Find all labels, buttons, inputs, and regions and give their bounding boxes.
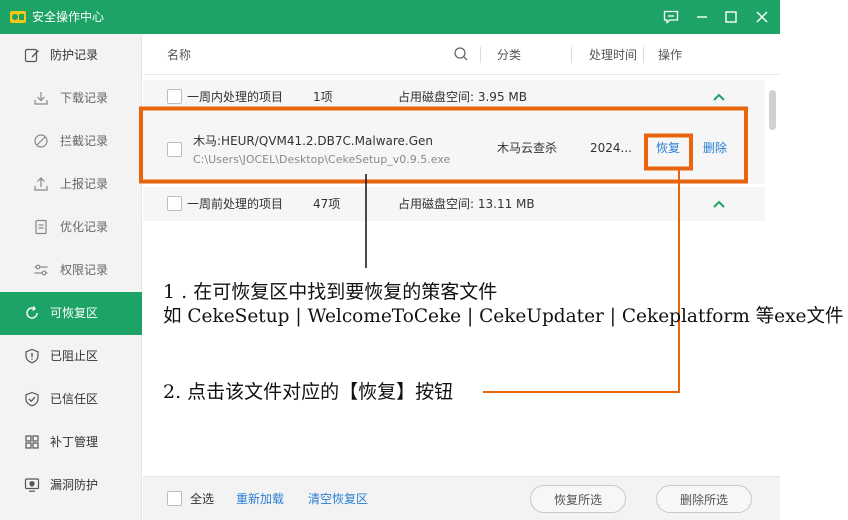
column-header-name[interactable]: 名称: [167, 47, 191, 63]
recovery-list-panel: 名称 分类 处理时间 操作 一周内处理的项目 1项 占用磁盘空间: 3.95 M…: [143, 34, 780, 520]
group-disk-usage: 占用磁盘空间: 13.11 MB: [398, 197, 535, 211]
maximize-button[interactable]: [720, 6, 742, 28]
restore-icon: [26, 306, 38, 319]
security-center-window: 安全操作中心 防护记录 下载记录 拦截记录 上报记录 优化记录 权限记录 可恢复…: [0, 0, 780, 520]
screen-shield-icon: [24, 478, 40, 492]
minimize-icon: [697, 16, 707, 18]
column-header-category[interactable]: 分类: [497, 47, 521, 63]
sidebar-item-label: 优化记录: [60, 220, 109, 234]
sidebar-item-label: 漏洞防护: [50, 478, 99, 492]
delete-selected-button[interactable]: 删除所选: [656, 485, 752, 513]
threat-category: 木马云查杀: [497, 141, 558, 155]
sidebar-item-label: 已信任区: [50, 392, 99, 406]
shield-blocked-icon: [25, 348, 39, 364]
sidebar-item-intercept-log[interactable]: 拦截记录: [0, 120, 142, 163]
vertical-scrollbar[interactable]: [767, 84, 778, 508]
column-header-action: 操作: [658, 48, 683, 62]
download-icon: [34, 92, 48, 105]
sidebar-item-label: 补丁管理: [50, 435, 99, 449]
column-separator: [571, 47, 572, 63]
restore-selected-button[interactable]: 恢复所选: [530, 485, 626, 513]
window-title: 安全操作中心: [32, 10, 105, 24]
search-icon[interactable]: [453, 46, 469, 62]
list-header: 名称 分类 处理时间 操作: [143, 34, 780, 75]
group-row-older[interactable]: 一周前处理的项目 47项 占用磁盘空间: 13.11 MB: [143, 187, 765, 221]
sidebar-item-label: 下载记录: [60, 91, 109, 105]
app-logo-icon: [10, 11, 26, 23]
select-all-checkbox[interactable]: [167, 491, 182, 506]
threat-name: 木马:HEUR/QVM41.2.DB7C.Malware.Gen: [193, 134, 434, 148]
table-row[interactable]: 木马:HEUR/QVM41.2.DB7C.Malware.Gen C:\User…: [143, 110, 765, 184]
grid-icon: [25, 435, 39, 449]
chevron-up-icon[interactable]: [712, 198, 726, 210]
sidebar-item-trusted-zone[interactable]: 已信任区: [0, 378, 142, 421]
footer-toolbar: 全选 重新加载 清空恢复区 恢复所选 删除所选: [143, 476, 780, 520]
feedback-button[interactable]: [660, 6, 682, 28]
sidebar: 防护记录 下载记录 拦截记录 上报记录 优化记录 权限记录 可恢复区 已阻止区 …: [0, 34, 142, 520]
select-all-label[interactable]: 全选: [190, 491, 214, 507]
group-checkbox[interactable]: [167, 89, 182, 104]
sidebar-item-protection-log[interactable]: 防护记录: [0, 34, 142, 77]
scrollbar-thumb[interactable]: [769, 90, 776, 130]
sidebar-item-label: 权限记录: [60, 263, 109, 277]
feedback-icon: [663, 10, 679, 24]
sidebar-item-recovery-zone[interactable]: 可恢复区: [0, 292, 142, 335]
group-row-recent[interactable]: 一周内处理的项目 1项 占用磁盘空间: 3.95 MB: [143, 80, 765, 114]
sidebar-item-label: 上报记录: [60, 177, 109, 191]
chevron-up-icon[interactable]: [712, 91, 726, 103]
sliders-icon: [34, 264, 48, 276]
sidebar-item-vulnerability-protection[interactable]: 漏洞防护: [0, 464, 142, 507]
clear-recovery-link[interactable]: 清空恢复区: [308, 491, 368, 507]
group-disk-usage: 占用磁盘空间: 3.95 MB: [398, 90, 527, 104]
block-icon: [34, 134, 48, 148]
sidebar-item-label: 防护记录: [50, 48, 99, 62]
delete-link[interactable]: 删除: [703, 140, 727, 156]
reload-link[interactable]: 重新加载: [236, 491, 284, 507]
sidebar-item-label: 拦截记录: [60, 134, 109, 148]
upload-icon: [34, 177, 48, 191]
column-header-time[interactable]: 处理时间: [589, 47, 637, 63]
sidebar-item-label: 已阻止区: [50, 349, 99, 363]
sidebar-item-blocked-zone[interactable]: 已阻止区: [0, 335, 142, 378]
sidebar-item-download-log[interactable]: 下载记录: [0, 77, 142, 120]
sidebar-item-report-log[interactable]: 上报记录: [0, 163, 142, 206]
group-label: 一周内处理的项目: [187, 90, 284, 104]
maximize-icon: [725, 11, 737, 23]
title-bar: 安全操作中心: [0, 0, 780, 34]
sidebar-item-label: 可恢复区: [50, 306, 99, 320]
group-count: 47项: [313, 197, 341, 211]
item-checkbox[interactable]: [167, 142, 182, 157]
close-icon: [756, 11, 768, 23]
group-label: 一周前处理的项目: [187, 197, 284, 211]
process-time: 2024...: [590, 141, 632, 155]
edit-icon: [24, 48, 39, 63]
shield-check-icon: [25, 391, 39, 407]
minimize-button[interactable]: [691, 6, 713, 28]
restore-link[interactable]: 恢复: [656, 140, 680, 156]
screenshot-root: 安全操作中心 防护记录 下载记录 拦截记录 上报记录 优化记录 权限记录 可恢复…: [0, 0, 848, 520]
close-button[interactable]: [751, 6, 773, 28]
sidebar-item-optimize-log[interactable]: 优化记录: [0, 206, 142, 249]
sidebar-item-permission-log[interactable]: 权限记录: [0, 249, 142, 292]
column-separator: [480, 47, 481, 63]
group-checkbox[interactable]: [167, 196, 182, 211]
file-path: C:\Users\JOCEL\Desktop\CekeSetup_v0.9.5.…: [193, 153, 451, 166]
column-separator: [643, 47, 644, 63]
group-count: 1项: [313, 90, 333, 104]
document-icon: [35, 219, 47, 235]
sidebar-item-patch-management[interactable]: 补丁管理: [0, 421, 142, 464]
